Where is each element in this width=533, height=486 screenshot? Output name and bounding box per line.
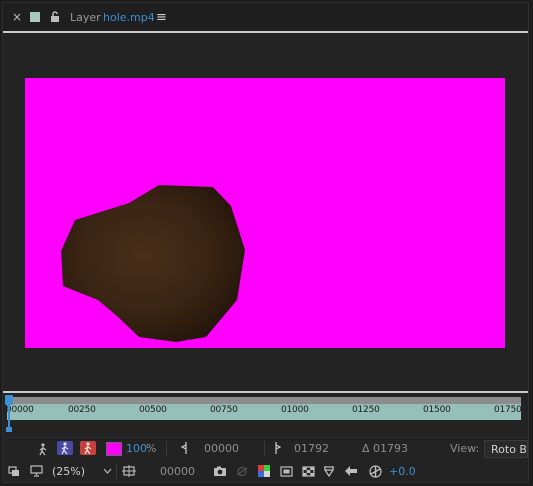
tick-label: 00750 [210,405,238,415]
tick-label: 01500 [423,405,451,415]
overlay-opacity-value[interactable]: 100 [126,440,147,456]
zoom-dropdown[interactable]: (25%) [52,462,85,480]
walking-person-icon[interactable] [36,441,50,457]
chevron-down-icon[interactable] [101,463,113,479]
region-of-interest-icon[interactable] [278,463,294,479]
out-point-timecode[interactable]: 01792 [294,440,329,456]
hamburger-menu-icon[interactable]: ≡ [156,3,167,31]
set-in-point-icon[interactable] [178,440,190,456]
separator [166,441,167,456]
tab-active-underline [3,31,528,33]
overlay-color-swatch[interactable] [106,442,122,456]
panel-tab-bar: × Layer hole.mp4 ≡ [3,3,528,31]
transparency-grid-icon[interactable] [300,463,316,479]
duration-timecode: Δ 01793 [362,441,409,455]
tick-label: 01000 [281,405,309,415]
flowchart-icon[interactable] [343,463,359,479]
tick-label: 00250 [68,405,96,415]
roto-brush-icon[interactable] [57,441,73,455]
view-label: View: [450,441,480,455]
camera-snapshot-icon[interactable] [212,463,228,479]
rock-object [61,185,245,342]
tab-filename[interactable]: hole.mp4 [103,3,155,31]
exposure-value[interactable]: +0.0 [389,462,416,480]
view-dropdown[interactable]: Roto Brush [484,440,528,458]
color-channels-icon[interactable] [256,462,272,480]
show-snapshot-icon[interactable] [234,463,250,479]
separator [264,441,265,456]
always-preview-icon[interactable] [7,463,21,479]
set-out-point-icon[interactable] [272,440,284,456]
refine-edge-icon[interactable] [80,441,96,455]
lock-icon[interactable] [50,3,60,31]
close-icon[interactable]: × [11,3,23,31]
tick-label: 01250 [352,405,380,415]
current-time-timecode[interactable]: 00000 [160,462,195,480]
monitor-icon[interactable] [28,463,44,479]
3d-view-icon[interactable] [321,463,337,479]
exposure-reset-icon[interactable] [367,463,383,479]
resolution-grid-icon[interactable] [121,463,137,479]
tick-label: 01750 [494,405,522,415]
panel-color-icon [30,3,40,31]
tab-label: Layer [70,10,101,24]
tick-label: 00500 [139,405,167,415]
viewer-timeline-divider [3,391,528,393]
overlay-opacity-unit: % [146,441,157,455]
in-point-timecode[interactable]: 00000 [204,440,239,456]
separator [116,464,117,479]
work-area-bar[interactable] [7,397,521,404]
playhead[interactable] [5,395,13,432]
composition-canvas[interactable] [25,78,505,348]
